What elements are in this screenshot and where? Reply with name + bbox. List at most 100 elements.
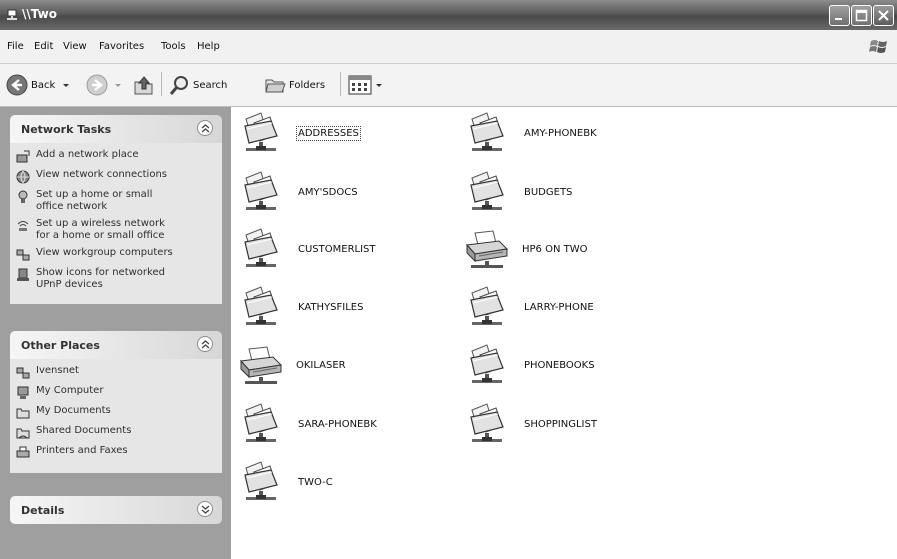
network-printer-icon	[239, 343, 283, 387]
forward-arrow-icon	[86, 74, 108, 96]
setup-home-network-link[interactable]: Set up a home or small office network	[16, 189, 218, 213]
item-label: ADDRESSES	[296, 125, 361, 141]
other-places-panel: Other Places Ivensnet My Computer My Doc…	[10, 331, 222, 473]
menu-view[interactable]: View	[63, 41, 87, 52]
setup-wireless-network-link[interactable]: Set up a wireless network for a home or …	[16, 218, 218, 242]
search-label: Search	[193, 79, 228, 91]
task-label: Printers and Faxes	[36, 445, 128, 456]
shared-documents-link[interactable]: Shared Documents	[16, 425, 218, 440]
chevron-down-icon[interactable]	[113, 80, 123, 90]
network-tasks-body: Add a network place View network connect…	[10, 143, 222, 304]
minimize-button[interactable]	[829, 5, 850, 26]
expand-icon[interactable]	[197, 501, 213, 517]
item-label: CUSTOMERLIST	[298, 243, 376, 255]
panel-title: Details	[21, 504, 65, 517]
network-setup-icon	[18, 190, 28, 203]
network-tasks-header[interactable]: Network Tasks	[10, 115, 222, 143]
view-workgroup-computers-link[interactable]: View workgroup computers	[16, 247, 218, 262]
add-network-place-icon	[16, 150, 30, 163]
show-upnp-icons-link[interactable]: Show icons for networked UPnP devices	[16, 267, 218, 291]
item-label: AMY-PHONEBK	[524, 127, 597, 139]
globe-icon	[16, 170, 30, 184]
other-places-header[interactable]: Other Places	[10, 331, 222, 359]
maximize-button[interactable]	[851, 5, 872, 26]
task-pane: Network Tasks Add a network place View n…	[0, 107, 231, 559]
chevron-down-icon[interactable]	[61, 80, 71, 90]
folder-icon	[16, 408, 30, 419]
item-label: PHONEBOOKS	[524, 359, 595, 371]
ivensnet-link[interactable]: Ivensnet	[16, 365, 218, 380]
printer-item-okilaser[interactable]: OKILASER	[239, 343, 346, 387]
share-item-shoppinglist[interactable]: SHOPPINGLIST	[467, 402, 597, 446]
network-share-folder-icon	[241, 227, 285, 271]
item-label: TWO-C	[298, 476, 333, 488]
item-label: BUDGETS	[524, 186, 573, 198]
menu-help[interactable]: Help	[197, 41, 220, 52]
share-item-two-c[interactable]: TWO-C	[241, 460, 333, 504]
network-share-folder-icon	[467, 285, 511, 329]
item-label: HP6 ON TWO	[522, 243, 588, 255]
file-list-view[interactable]: ADDRESSES AMY-PHONEBK AMY'SDOCS BUDGETS …	[232, 107, 897, 559]
share-item-customerlist[interactable]: CUSTOMERLIST	[241, 227, 376, 271]
share-item-sara-phonebk[interactable]: SARA-PHONEBK	[241, 402, 377, 446]
task-label: Set up a home or small office network	[36, 189, 153, 212]
up-folder-button[interactable]	[132, 70, 156, 100]
toolbar-separator	[161, 72, 162, 96]
close-button[interactable]	[873, 5, 894, 26]
views-button[interactable]	[348, 70, 384, 100]
task-label: Set up a wireless network for a home or …	[36, 218, 165, 241]
computer-icon	[17, 386, 29, 399]
search-button[interactable]: Search	[168, 70, 227, 100]
upnp-device-icon	[17, 268, 29, 281]
menu-favorites[interactable]: Favorites	[99, 41, 144, 52]
details-header[interactable]: Details	[10, 496, 222, 524]
network-share-folder-icon	[241, 111, 285, 155]
up-folder-icon	[134, 76, 153, 95]
collapse-icon[interactable]	[197, 336, 213, 352]
share-item-kathysfiles[interactable]: KATHYSFILES	[241, 285, 363, 329]
add-network-place-link[interactable]: Add a network place	[16, 149, 218, 164]
network-share-folder-icon	[467, 343, 511, 387]
network-share-folder-icon	[241, 285, 285, 329]
chevron-down-icon[interactable]	[374, 80, 384, 90]
share-item-amysdocs[interactable]: AMY'SDOCS	[241, 170, 358, 214]
item-label: LARRY-PHONE	[524, 301, 594, 313]
my-documents-link[interactable]: My Documents	[16, 405, 218, 420]
menu-edit[interactable]: Edit	[34, 41, 53, 52]
back-label: Back	[31, 79, 56, 91]
my-computer-link[interactable]: My Computer	[16, 385, 218, 400]
share-item-budgets[interactable]: BUDGETS	[467, 170, 572, 214]
back-button[interactable]: Back	[6, 70, 71, 100]
share-item-addresses[interactable]: ADDRESSES	[241, 111, 361, 155]
panel-title: Network Tasks	[21, 123, 112, 136]
printer-item-hp6-on-two[interactable]: HP6 ON TWO	[465, 227, 588, 271]
minimize-icon	[835, 18, 842, 20]
menu-tools[interactable]: Tools	[161, 41, 186, 52]
printers-and-faxes-link[interactable]: Printers and Faxes	[16, 445, 218, 460]
menu-bar: File Edit View Favorites Tools Help	[0, 30, 897, 64]
back-arrow-icon	[6, 74, 28, 96]
collapse-icon[interactable]	[197, 120, 213, 136]
toolbar-separator	[340, 72, 341, 96]
network-share-folder-icon	[241, 170, 285, 214]
share-item-larry-phone[interactable]: LARRY-PHONE	[467, 285, 594, 329]
toolbar: Back Search Folders	[0, 64, 897, 107]
share-item-phonebooks[interactable]: PHONEBOOKS	[467, 343, 595, 387]
windows-logo-icon	[869, 40, 887, 53]
workgroup-icon	[16, 249, 30, 261]
share-item-amy-phonebk[interactable]: AMY-PHONEBK	[467, 111, 597, 155]
task-label: Add a network place	[36, 149, 139, 160]
forward-button[interactable]	[86, 70, 123, 100]
explorer-window: \\Two File Edit View Favorites Tools Hel…	[0, 0, 897, 559]
item-label: OKILASER	[296, 359, 346, 371]
folders-button[interactable]: Folders	[264, 70, 325, 100]
title-bar[interactable]: \\Two	[0, 0, 897, 31]
network-share-folder-icon	[241, 402, 285, 446]
network-share-folder-icon	[467, 402, 511, 446]
task-label: Shared Documents	[36, 425, 132, 436]
network-printer-icon	[465, 227, 509, 271]
view-network-connections-link[interactable]: View network connections	[16, 169, 218, 184]
other-places-body: Ivensnet My Computer My Documents Shared…	[10, 359, 222, 473]
panel-title: Other Places	[21, 339, 100, 352]
menu-file[interactable]: File	[7, 41, 24, 52]
